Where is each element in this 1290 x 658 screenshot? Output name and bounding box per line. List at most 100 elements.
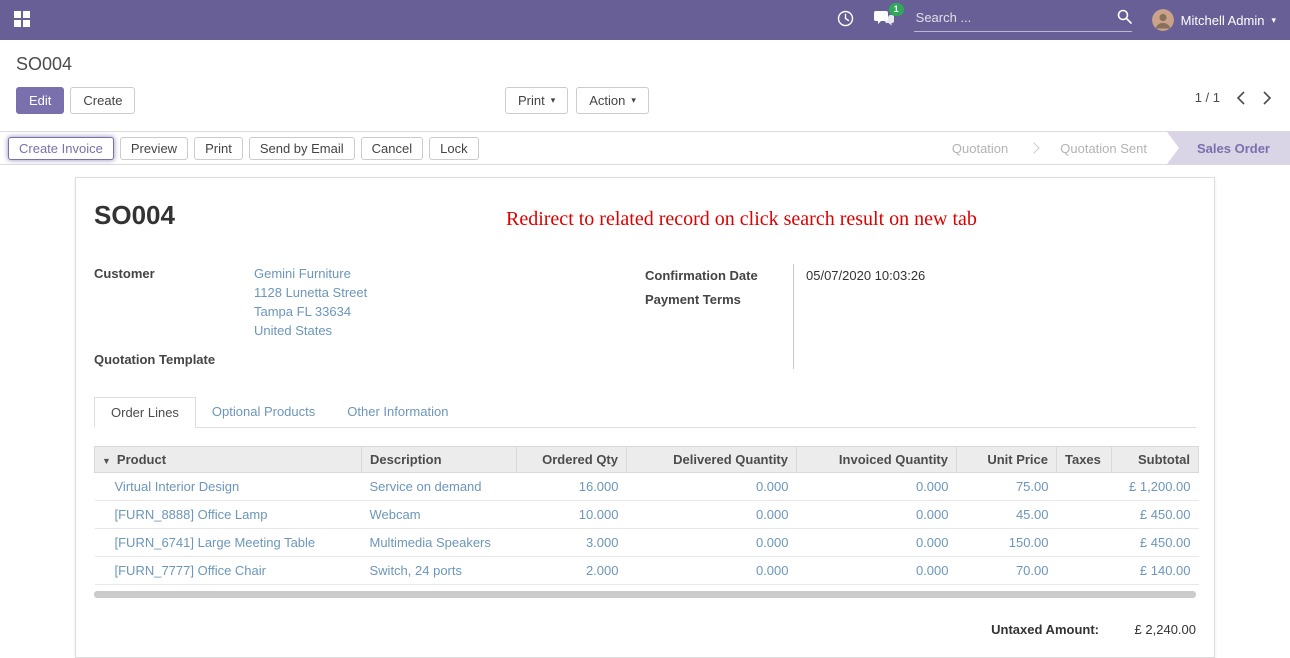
payment-terms-value (806, 288, 925, 312)
cell-product[interactable]: Virtual Interior Design (95, 473, 362, 501)
apps-menu-button[interactable] (14, 11, 30, 30)
order-line-row[interactable]: Virtual Interior Design Service on deman… (95, 473, 1199, 501)
customer-country[interactable]: United States (254, 321, 367, 340)
create-invoice-button[interactable]: Create Invoice (8, 137, 114, 160)
tab-optional-products[interactable]: Optional Products (196, 397, 331, 428)
cell-unit-price: 70.00 (957, 557, 1057, 585)
cell-invoiced-qty: 0.000 (797, 473, 957, 501)
cell-ordered-qty: 10.000 (517, 501, 627, 529)
breadcrumb-title: SO004 (16, 54, 72, 74)
column-header-ordered-qty[interactable]: Ordered Qty (517, 447, 627, 473)
customer-name[interactable]: Gemini Furniture (254, 264, 367, 283)
cell-unit-price: 75.00 (957, 473, 1057, 501)
untaxed-amount-value: £ 2,240.00 (1099, 622, 1196, 637)
customer-city[interactable]: Tampa FL 33634 (254, 302, 367, 321)
cell-description: Multimedia Speakers (362, 529, 517, 557)
column-header-delivered-qty[interactable]: Delivered Quantity (627, 447, 797, 473)
order-line-row[interactable]: [FURN_8888] Office Lamp Webcam 10.000 0.… (95, 501, 1199, 529)
quotation-template-label: Quotation Template (94, 350, 254, 369)
cell-description: Service on demand (362, 473, 517, 501)
cell-product[interactable]: [FURN_6741] Large Meeting Table (95, 529, 362, 557)
confirmation-date-label: Confirmation Date (645, 264, 793, 288)
cell-unit-price: 45.00 (957, 501, 1057, 529)
print-dropdown-label: Print (518, 93, 545, 108)
field-groups: Customer Gemini Furniture 1128 Lunetta S… (94, 264, 1196, 369)
form-sheet: SO004 Redirect to related record on clic… (75, 177, 1215, 658)
cell-invoiced-qty: 0.000 (797, 557, 957, 585)
cell-taxes (1057, 473, 1112, 501)
step-quotation[interactable]: Quotation (932, 132, 1028, 164)
cell-delivered-qty: 0.000 (627, 557, 797, 585)
search-icon[interactable] (1117, 9, 1132, 27)
step-sales-order[interactable]: Sales Order (1167, 132, 1290, 164)
step-quotation-sent[interactable]: Quotation Sent (1040, 132, 1167, 164)
order-lines-table: ▼Product Description Ordered Qty Deliver… (94, 446, 1199, 585)
send-by-email-button[interactable]: Send by Email (249, 137, 355, 160)
notebook-tabs: Order Lines Optional Products Other Info… (94, 397, 1196, 428)
cell-product[interactable]: [FURN_7777] Office Chair (95, 557, 362, 585)
status-steps: Quotation Quotation Sent Sales Order (932, 132, 1290, 164)
print-button[interactable]: Print (194, 137, 243, 160)
activities-button[interactable] (837, 10, 854, 30)
column-header-invoiced-qty[interactable]: Invoiced Quantity (797, 447, 957, 473)
pager: 1 / 1 (1195, 90, 1274, 105)
order-line-row[interactable]: [FURN_7777] Office Chair Switch, 24 port… (95, 557, 1199, 585)
pager-count: 1 / 1 (1195, 90, 1220, 105)
pager-next-button[interactable] (1261, 91, 1274, 105)
cell-subtotal: £ 450.00 (1112, 529, 1199, 557)
cell-ordered-qty: 3.000 (517, 529, 627, 557)
cell-taxes (1057, 529, 1112, 557)
order-line-row[interactable]: [FURN_6741] Large Meeting Table Multimed… (95, 529, 1199, 557)
cell-ordered-qty: 16.000 (517, 473, 627, 501)
create-button[interactable]: Create (70, 87, 135, 114)
breadcrumb: SO004 (0, 40, 1290, 79)
action-dropdown[interactable]: Action ▾ (576, 87, 649, 114)
column-header-description[interactable]: Description (362, 447, 517, 473)
cell-delivered-qty: 0.000 (627, 529, 797, 557)
cell-description: Webcam (362, 501, 517, 529)
tab-order-lines[interactable]: Order Lines (94, 397, 196, 428)
cell-taxes (1057, 501, 1112, 529)
preview-button[interactable]: Preview (120, 137, 188, 160)
table-header-row: ▼Product Description Ordered Qty Deliver… (95, 447, 1199, 473)
confirmation-date-value: 05/07/2020 10:03:26 (806, 264, 925, 288)
messages-badge: 1 (889, 3, 904, 16)
cell-delivered-qty: 0.000 (627, 473, 797, 501)
field-group-left: Customer Gemini Furniture 1128 Lunetta S… (94, 264, 645, 369)
totals: Untaxed Amount: £ 2,240.00 (94, 622, 1196, 637)
cell-invoiced-qty: 0.000 (797, 501, 957, 529)
cancel-button[interactable]: Cancel (361, 137, 423, 160)
user-menu[interactable]: Mitchell Admin ▾ (1152, 9, 1276, 31)
avatar (1152, 9, 1174, 31)
chevron-down-icon: ▾ (1271, 16, 1276, 25)
action-dropdown-label: Action (589, 93, 625, 108)
customer-street[interactable]: 1128 Lunetta Street (254, 283, 367, 302)
pager-previous-button[interactable] (1234, 91, 1247, 105)
global-search (914, 9, 1132, 32)
edit-button[interactable]: Edit (16, 87, 64, 114)
column-header-subtotal[interactable]: Subtotal (1112, 447, 1199, 473)
messages-button[interactable]: 1 (874, 11, 894, 30)
annotation-note: Redirect to related record on click sear… (506, 208, 977, 231)
customer-label: Customer (94, 264, 254, 340)
control-panel: Edit Create Print ▾ Action ▾ 1 / 1 (16, 87, 1274, 119)
chevron-down-icon: ▾ (631, 96, 636, 105)
horizontal-scrollbar[interactable] (94, 591, 1196, 598)
cell-subtotal: £ 1,200.00 (1112, 473, 1199, 501)
column-header-product[interactable]: ▼Product (95, 447, 362, 473)
column-header-unit-price[interactable]: Unit Price (957, 447, 1057, 473)
print-dropdown[interactable]: Print ▾ (505, 87, 568, 114)
column-header-taxes[interactable]: Taxes (1057, 447, 1112, 473)
tab-other-information[interactable]: Other Information (331, 397, 464, 428)
cell-subtotal: £ 140.00 (1112, 557, 1199, 585)
cell-description: Switch, 24 ports (362, 557, 517, 585)
lock-button[interactable]: Lock (429, 137, 478, 160)
field-group-right: Confirmation Date Payment Terms 05/07/20… (645, 264, 1196, 369)
cell-subtotal: £ 450.00 (1112, 501, 1199, 529)
cell-product[interactable]: [FURN_8888] Office Lamp (95, 501, 362, 529)
customer-link[interactable]: Gemini Furniture 1128 Lunetta Street Tam… (254, 264, 367, 340)
search-input[interactable] (914, 9, 1117, 26)
cell-delivered-qty: 0.000 (627, 501, 797, 529)
apps-grid-icon (14, 11, 30, 30)
cell-taxes (1057, 557, 1112, 585)
